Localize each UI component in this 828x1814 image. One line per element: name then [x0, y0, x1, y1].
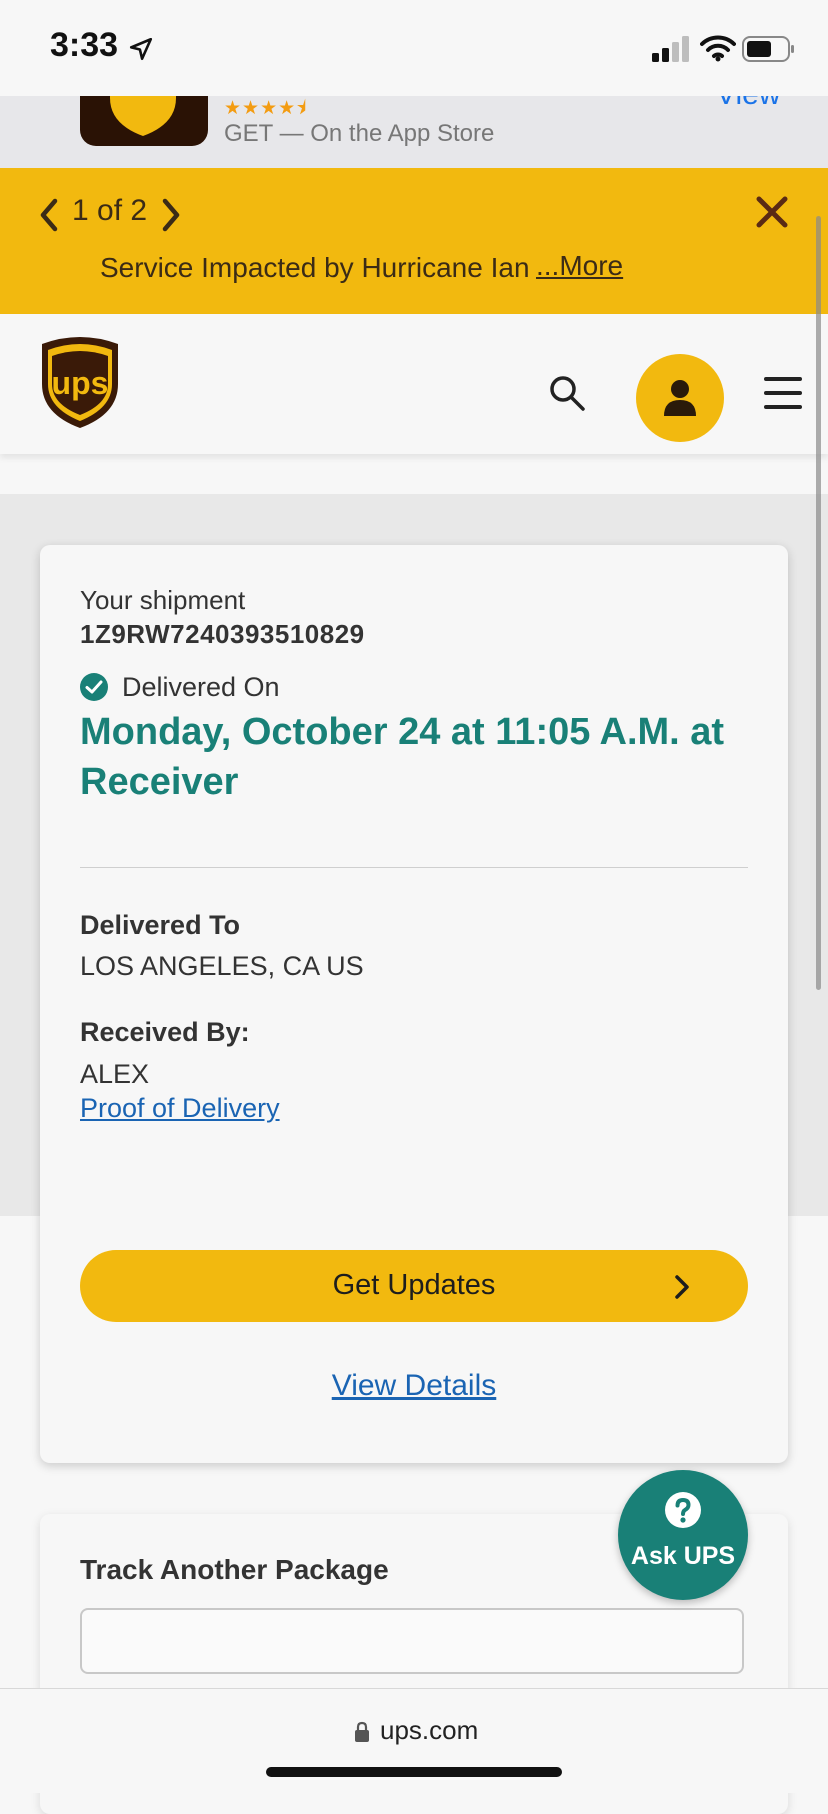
tracking-number-input[interactable] [80, 1608, 744, 1674]
status-time: 3:33 [50, 26, 119, 64]
delivered-date: Monday, October 24 at 11:05 A.M. at Rece… [80, 711, 725, 803]
app-store-banner[interactable]: ★★★★⯨ GET — On the App Store View [0, 96, 828, 168]
status-bar: 3:33 [0, 0, 828, 96]
shipment-label: Your shipment [80, 585, 246, 615]
close-icon[interactable] [756, 196, 788, 228]
home-indicator [266, 1767, 562, 1777]
received-by-value: ALEX [80, 1059, 150, 1089]
alert-banner: 1 of 2 Service Impacted by Hurricane Ian… [0, 168, 828, 314]
view-details-link[interactable]: View Details [40, 1369, 788, 1403]
ask-ups-button[interactable]: Ask UPS [618, 1470, 748, 1600]
received-by-label: Received By: [80, 1017, 250, 1047]
site-header: ups [0, 314, 828, 454]
alert-more-link[interactable]: ...More [536, 250, 623, 282]
chevron-right-icon[interactable] [160, 198, 182, 232]
ups-logo[interactable]: ups [40, 334, 120, 430]
user-icon [664, 380, 696, 416]
chevron-right-icon [675, 1275, 689, 1299]
ups-shield-icon [110, 96, 176, 136]
get-updates-button[interactable]: Get Updates [80, 1250, 748, 1322]
track-another-title: Track Another Package [80, 1554, 389, 1585]
location-arrow-icon [129, 37, 153, 61]
scrollbar[interactable] [816, 216, 821, 990]
svg-text:ups: ups [52, 365, 109, 401]
alert-message: Service Impacted by Hurricane Ian [100, 252, 530, 283]
check-circle-icon [80, 673, 108, 701]
profile-button[interactable] [636, 354, 724, 442]
browser-address-bar[interactable]: ups.com [0, 1688, 828, 1793]
search-icon[interactable] [548, 374, 586, 412]
delivered-to-value: LOS ANGELES, CA US [80, 951, 364, 981]
get-updates-label: Get Updates [332, 1269, 496, 1301]
proof-of-delivery-link[interactable]: Proof of Delivery [80, 1093, 280, 1124]
status-label: Delivered On [122, 672, 280, 702]
wifi-icon [700, 35, 736, 62]
help-question-icon [665, 1492, 701, 1528]
app-store-text: GET — On the App Store [224, 120, 495, 147]
chevron-left-icon[interactable] [38, 198, 60, 232]
shipment-card: Your shipment 1Z9RW7240393510829 Deliver… [40, 545, 788, 1463]
lock-icon [355, 1721, 369, 1742]
divider [80, 867, 748, 868]
ask-ups-label: Ask UPS [630, 1542, 736, 1570]
app-icon [80, 96, 208, 146]
delivered-to-label: Delivered To [80, 910, 241, 940]
hamburger-menu-icon[interactable] [764, 376, 802, 410]
app-view-button[interactable]: View [716, 96, 780, 112]
cellular-signal-icon [652, 36, 689, 62]
url-text[interactable]: ups.com [380, 1715, 478, 1746]
alert-count: 1 of 2 [72, 194, 148, 227]
tracking-number: 1Z9RW7240393510829 [80, 619, 365, 649]
battery-icon [742, 36, 794, 62]
